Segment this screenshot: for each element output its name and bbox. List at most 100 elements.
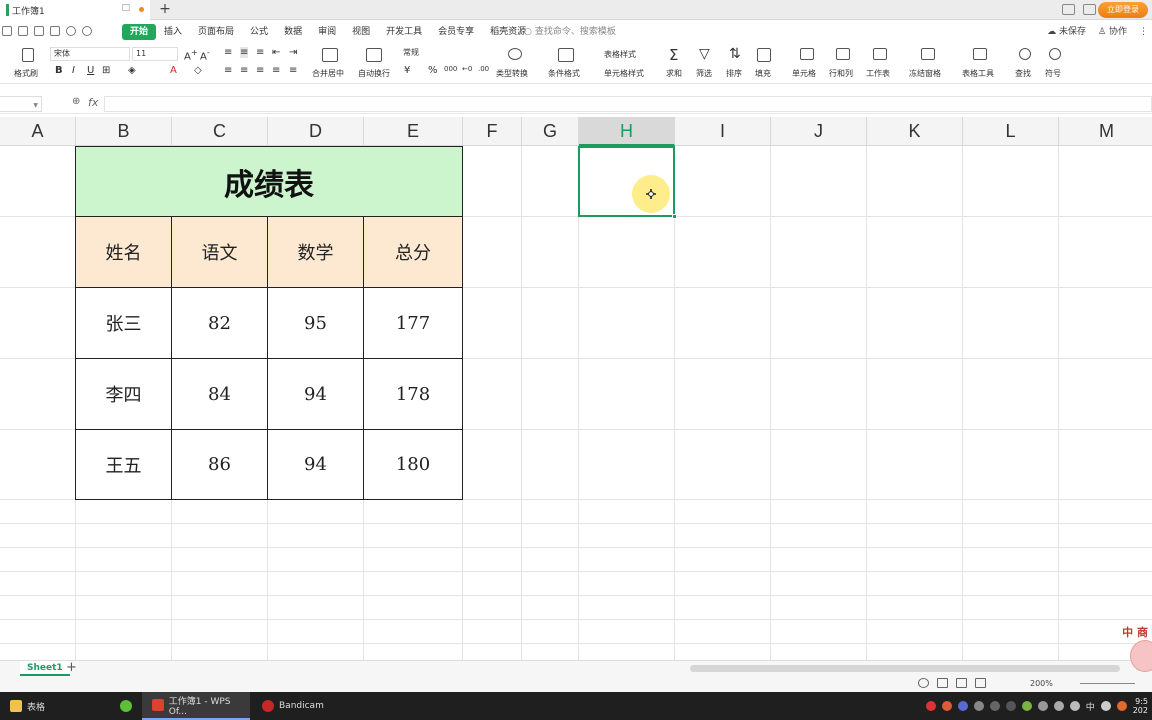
cell-label[interactable]: 单元格	[792, 68, 816, 79]
align-middle-icon[interactable]: ≡	[240, 47, 249, 58]
cell-icon[interactable]	[800, 48, 814, 60]
system-clock[interactable]: 9:5 202	[1133, 697, 1148, 715]
table-cell[interactable]: 178	[363, 358, 463, 430]
table-cell[interactable]: 177	[363, 287, 463, 359]
italic-button[interactable]: I	[72, 65, 75, 76]
rowcol-label[interactable]: 行和列	[829, 68, 853, 79]
fx-button[interactable]: fx	[88, 96, 98, 109]
table-cell[interactable]: 82	[171, 287, 268, 359]
page-layout-view-icon[interactable]	[956, 678, 967, 688]
font-size-select[interactable]: 11	[132, 47, 178, 61]
clear-format-icon[interactable]: ◇	[194, 65, 202, 76]
new-tab-button[interactable]: +	[158, 0, 172, 20]
browser-icon[interactable]	[957, 701, 968, 711]
symbol-icon[interactable]	[1049, 48, 1061, 60]
column-header-g[interactable]: G	[522, 117, 579, 146]
tab-page-layout[interactable]: 页面布局	[190, 24, 242, 40]
record-icon[interactable]	[925, 701, 936, 711]
table-cell[interactable]: 95	[267, 287, 364, 359]
sheet-tab-sheet1[interactable]: Sheet1	[20, 661, 70, 676]
wrap-text-icon[interactable]	[366, 48, 382, 62]
print-icon[interactable]	[18, 26, 28, 36]
conditional-format-label[interactable]: 条件格式	[548, 68, 580, 79]
table-style-button[interactable]: 表格样式	[604, 49, 636, 60]
page-break-view-icon[interactable]	[975, 678, 986, 688]
settings-icon[interactable]	[973, 701, 984, 711]
sort-label[interactable]: 排序	[726, 68, 742, 79]
bold-button[interactable]: B	[55, 65, 63, 76]
header-cell-name[interactable]: 姓名	[75, 216, 172, 288]
sum-label[interactable]: 求和	[666, 68, 682, 79]
font-color-icon[interactable]: A	[170, 65, 177, 76]
column-header-m[interactable]: M	[1059, 117, 1152, 146]
collaborate-button[interactable]: ♙ 协作	[1098, 24, 1127, 40]
apps-grid-icon[interactable]	[1083, 4, 1096, 15]
increase-font-icon[interactable]: A+	[184, 47, 198, 62]
table-cell[interactable]: 王五	[75, 429, 172, 500]
table-cell[interactable]: 84	[171, 358, 268, 430]
wps-tray-icon[interactable]	[941, 701, 952, 711]
table-cell[interactable]: 94	[267, 358, 364, 430]
decrease-decimal-icon[interactable]: .00	[478, 65, 489, 73]
header-cell-chinese[interactable]: 语文	[171, 216, 268, 288]
more-icon[interactable]: ⋮	[1139, 24, 1148, 40]
align-left-icon[interactable]: ≡	[224, 65, 232, 76]
table-cell[interactable]: 180	[363, 429, 463, 500]
column-header-d[interactable]: D	[268, 117, 364, 146]
app-tray-icon[interactable]	[1116, 701, 1127, 711]
type-convert-label[interactable]: 类型转换	[496, 68, 528, 79]
percent-button[interactable]: %	[428, 65, 438, 76]
print-preview-icon[interactable]	[34, 26, 44, 36]
taskbar-wps[interactable]: 工作簿1 - WPS Of...	[142, 692, 250, 720]
tab-formulas[interactable]: 公式	[242, 24, 276, 40]
indent-decrease-icon[interactable]: ⇤	[272, 47, 280, 58]
name-box[interactable]: ▼	[0, 96, 42, 112]
horizontal-scrollbar[interactable]	[690, 665, 1120, 672]
redo-icon[interactable]	[82, 26, 92, 36]
export-icon[interactable]	[50, 26, 60, 36]
normal-view-icon[interactable]	[937, 678, 948, 688]
column-header-f[interactable]: F	[463, 117, 522, 146]
header-cell-math[interactable]: 数学	[267, 216, 364, 288]
merge-center-icon[interactable]	[322, 48, 338, 62]
indent-increase-icon[interactable]: ⇥	[289, 47, 297, 58]
align-top-icon[interactable]: ≡	[224, 47, 232, 58]
tab-insert[interactable]: 插入	[156, 24, 190, 40]
tab-member[interactable]: 会员专享	[430, 24, 482, 40]
column-header-h[interactable]: H	[579, 117, 675, 146]
formula-input[interactable]	[104, 96, 1152, 112]
tab-data[interactable]: 数据	[276, 24, 310, 40]
table-tools-label[interactable]: 表格工具	[962, 68, 994, 79]
wrap-text-label[interactable]: 自动换行	[358, 68, 390, 79]
filter-icon[interactable]: ▽	[699, 46, 710, 62]
sort-icon[interactable]: ⇅	[729, 46, 741, 62]
tab-home[interactable]: 开始	[122, 24, 157, 40]
unsaved-status[interactable]: ☁ 未保存	[1047, 24, 1086, 40]
table-tools-icon[interactable]	[973, 48, 987, 60]
format-painter-icon[interactable]	[22, 48, 34, 62]
nvidia-icon[interactable]	[1021, 701, 1032, 711]
chevron-up-icon[interactable]	[1005, 701, 1016, 711]
currency-button[interactable]: ¥	[404, 65, 410, 76]
table-cell[interactable]: 94	[267, 429, 364, 500]
freeze-panes-label[interactable]: 冻结窗格	[909, 68, 941, 79]
column-header-l[interactable]: L	[963, 117, 1059, 146]
cell-style-button[interactable]: 单元格样式	[604, 68, 644, 79]
taskbar-folder[interactable]: 表格	[0, 692, 108, 720]
worksheet-icon[interactable]	[873, 48, 887, 60]
column-header-j[interactable]: J	[771, 117, 867, 146]
table-cell[interactable]: 张三	[75, 287, 172, 359]
header-cell-total[interactable]: 总分	[363, 216, 463, 288]
fill-icon[interactable]	[757, 48, 771, 62]
decrease-font-icon[interactable]: A-	[200, 47, 210, 62]
input-method-icon[interactable]	[1100, 701, 1111, 711]
format-painter-label[interactable]: 格式刷	[14, 68, 38, 79]
column-header-i[interactable]: I	[675, 117, 771, 146]
tab-developer[interactable]: 开发工具	[378, 24, 430, 40]
column-header-c[interactable]: C	[172, 117, 268, 146]
zoom-slider[interactable]	[1080, 683, 1135, 684]
document-tab[interactable]: 工作簿1 □	[0, 0, 150, 20]
justify-icon[interactable]: ≡	[272, 65, 280, 76]
zoom-level[interactable]: 200%	[1030, 678, 1053, 690]
freeze-panes-icon[interactable]	[921, 48, 935, 60]
